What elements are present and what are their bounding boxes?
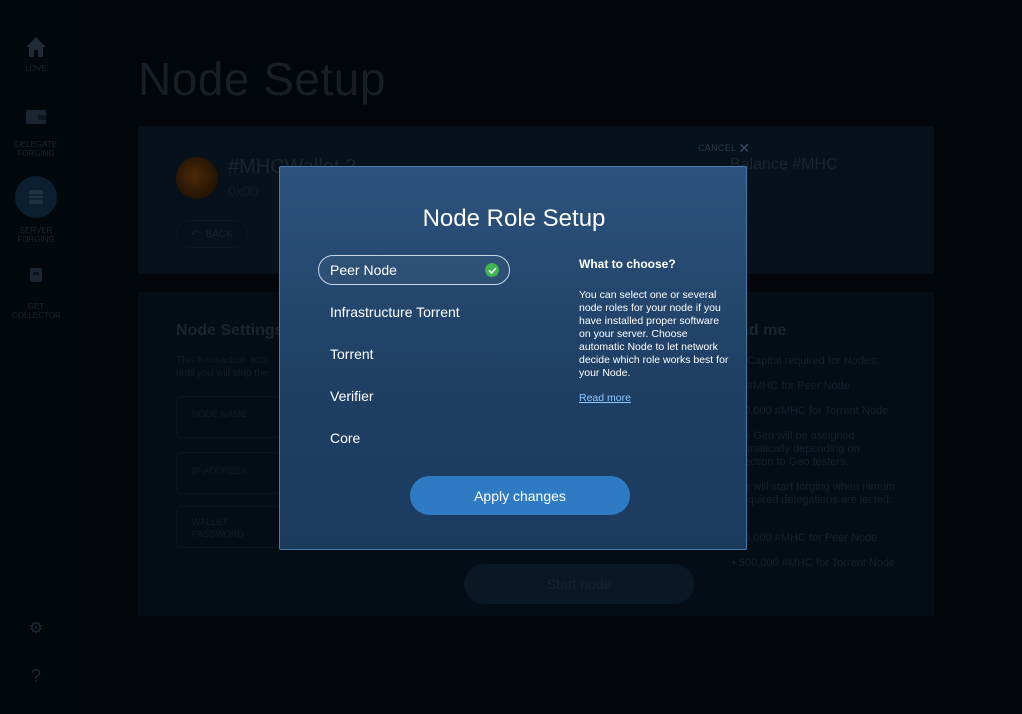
readme-line: 00,000 #MHC for Torrent Node (738, 405, 889, 417)
wallet-avatar (176, 157, 218, 199)
node-settings-description: This transaction acts until you will sto… (176, 355, 269, 379)
sidebar: LOVE DELEGATE FORGING SERVER FORGING GET… (0, 0, 72, 714)
back-button[interactable]: ↶ BACK (176, 220, 248, 248)
wallet-address: 0x00 (228, 183, 259, 199)
node-settings-title: Node Settings (176, 322, 284, 339)
sidebar-item-love[interactable]: LOVE (0, 34, 72, 73)
cancel-button[interactable]: CANCEL ✕ (698, 140, 751, 156)
role-label: Infrastructure Torrent (330, 304, 460, 320)
sidebar-item-label: LOVE (25, 64, 47, 73)
sidebar-item-label: SERVER FORGING (17, 226, 55, 244)
close-icon: ✕ (738, 140, 751, 156)
read-more-link[interactable]: Read more (579, 392, 631, 404)
gear-icon: ⚙ (28, 620, 44, 637)
dialog-title: Node Role Setup (422, 205, 606, 232)
apply-changes-button[interactable]: Apply changes (410, 476, 630, 515)
help-button[interactable]: ? (0, 666, 72, 687)
wallet-password-label: WALLET PASSWORD (192, 517, 244, 539)
help-icon: ? (30, 666, 41, 686)
role-label: Peer Node (330, 262, 397, 278)
readme-line: de will start forging when nimum require… (738, 481, 896, 506)
delegate-icon (26, 110, 46, 124)
node-role-setup-dialog: Node Role Setup Peer Node Infrastructure… (279, 166, 747, 550)
help-title: What to choose? (579, 257, 676, 271)
readme-line: d Capital required for Nodes: (738, 355, 879, 367)
role-label: Core (330, 430, 361, 446)
readme-line: • 500,000 #MHC for Torrent Node (732, 557, 896, 569)
sidebar-item-server-forging[interactable]: SERVER FORGING (0, 176, 72, 244)
back-label: BACK (205, 228, 233, 240)
help-text: You can select one or several node roles… (579, 289, 729, 379)
cancel-label: CANCEL (698, 143, 737, 153)
start-node-button[interactable]: Start node (464, 564, 694, 604)
sidebar-item-label: GET COLLECTOR (12, 302, 61, 320)
app-window: LOVE DELEGATE FORGING SERVER FORGING GET… (0, 0, 1022, 714)
role-option-infrastructure-torrent[interactable]: Infrastructure Torrent (318, 297, 510, 327)
role-help-panel: What to choose? You can select one or se… (579, 257, 729, 406)
sidebar-item-label: DELEGATE FORGING (14, 140, 58, 158)
role-list: Peer Node Infrastructure Torrent Torrent… (318, 255, 510, 465)
active-indicator (15, 176, 57, 218)
role-option-peer-node[interactable]: Peer Node (318, 255, 510, 285)
readme-line: 0 #MHC for Peer Node (738, 380, 850, 392)
server-icon (29, 190, 43, 204)
role-option-torrent[interactable]: Torrent (318, 339, 510, 369)
sidebar-item-delegate-forging[interactable]: DELEGATE FORGING (0, 108, 72, 158)
node-name-label: NODE NAME (192, 409, 247, 419)
readme-line: 00,000 #MHC for Peer Node (738, 532, 878, 544)
readme-line: de Geo will be assigned tomatically depe… (738, 430, 860, 468)
page-title: Node Setup (138, 53, 386, 105)
home-icon (26, 37, 46, 57)
ip-address-label: IP-ADDRESS (192, 466, 248, 476)
collector-icon (30, 268, 42, 282)
check-icon (485, 263, 499, 277)
role-label: Verifier (330, 388, 374, 404)
back-arrow-icon: ↶ (191, 228, 200, 240)
role-option-verifier[interactable]: Verifier (318, 381, 510, 411)
role-option-core[interactable]: Core (318, 423, 510, 453)
settings-button[interactable]: ⚙ (0, 618, 72, 638)
sidebar-item-get-collector[interactable]: GET COLLECTOR (0, 266, 72, 320)
role-label: Torrent (330, 346, 374, 362)
